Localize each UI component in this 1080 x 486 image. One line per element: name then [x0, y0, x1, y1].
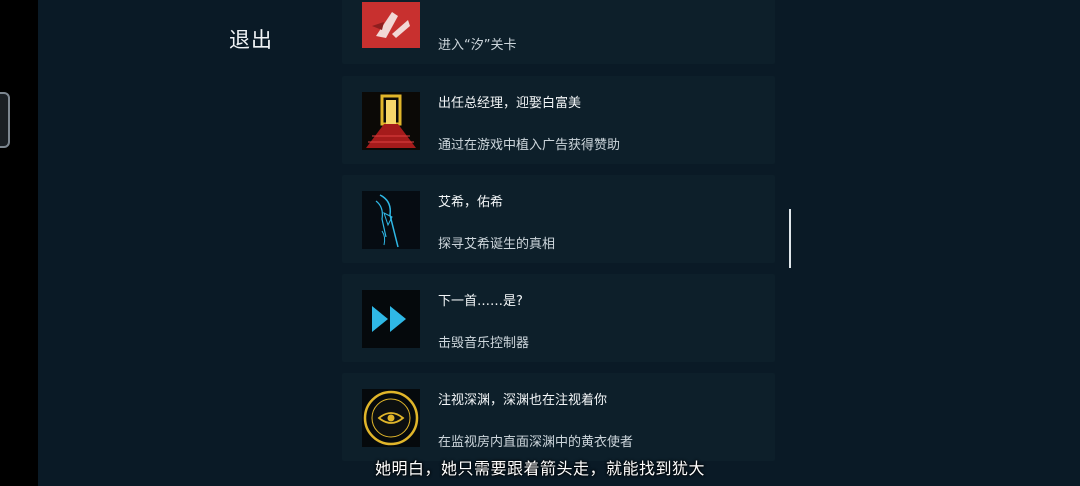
- achievement-card[interactable]: 下一首……是? 击毁音乐控制器: [342, 274, 775, 362]
- achievement-desc: 击毁音乐控制器: [438, 336, 530, 351]
- red-mark-icon: [362, 2, 420, 48]
- achievement-card[interactable]: 进入“汐”关卡: [342, 0, 775, 64]
- fast-forward-icon: [362, 290, 420, 348]
- exit-button[interactable]: 退出: [229, 24, 273, 54]
- achievement-title: 下一首……是?: [438, 294, 523, 309]
- golden-door-icon: [362, 92, 420, 150]
- achievement-desc: 进入“汐”关卡: [438, 38, 517, 53]
- scythe-figure-icon: [362, 191, 420, 249]
- achievement-card[interactable]: 注视深渊，深渊也在注视着你 在监视房内直面深渊中的黄衣使者: [342, 373, 775, 461]
- video-subtitle: 她明白，她只需要跟着箭头走，就能找到犹大: [374, 459, 705, 478]
- achievement-card[interactable]: 艾希，佑希 探寻艾希诞生的真相: [342, 175, 775, 263]
- achievement-desc: 探寻艾希诞生的真相: [438, 237, 556, 252]
- scrollbar[interactable]: [789, 209, 791, 268]
- achievement-title: 注视深渊，深渊也在注视着你: [438, 393, 608, 408]
- achievement-card[interactable]: 出任总经理，迎娶白富美 通过在游戏中植入广告获得赞助: [342, 76, 775, 164]
- achievement-title: 出任总经理，迎娶白富美: [438, 96, 582, 111]
- achievement-title: 艾希，佑希: [438, 195, 504, 210]
- eye-emblem-icon: [362, 389, 420, 447]
- achievement-desc: 通过在游戏中植入广告获得赞助: [438, 138, 621, 153]
- achievement-desc: 在监视房内直面深渊中的黄衣使者: [438, 435, 634, 450]
- side-handle[interactable]: [0, 92, 10, 148]
- left-black-bar: [0, 0, 38, 486]
